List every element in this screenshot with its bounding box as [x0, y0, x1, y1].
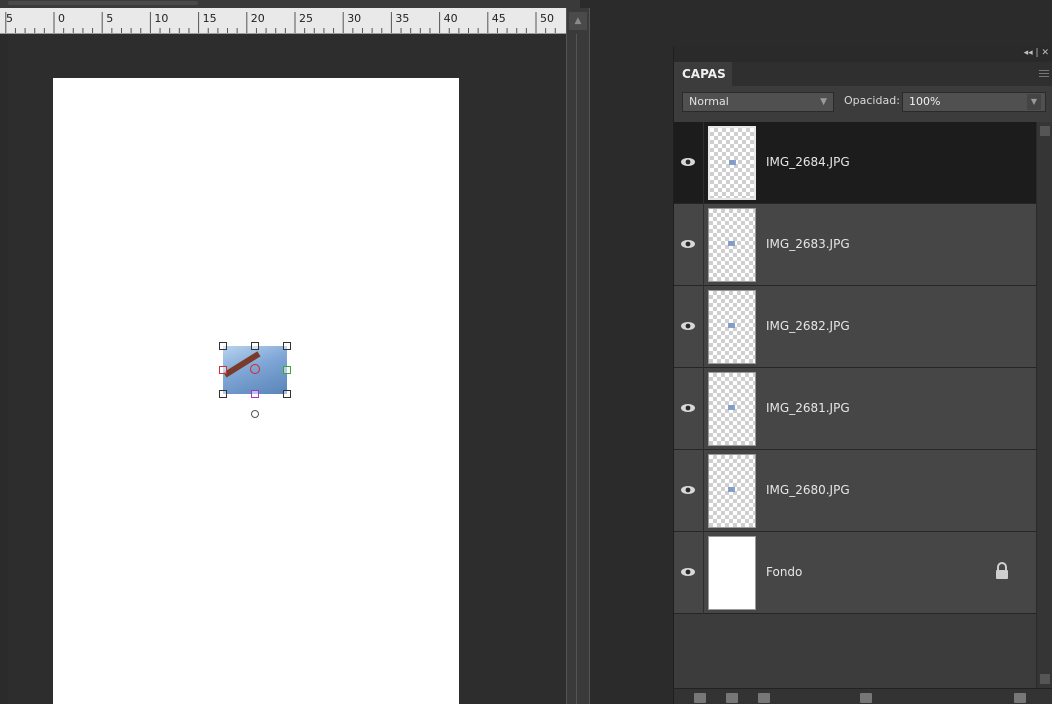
- ruler-label: 5: [106, 12, 113, 25]
- ruler-label: 0: [58, 12, 65, 25]
- chevron-down-icon[interactable]: ▼: [1027, 94, 1041, 110]
- transform-handle-top-right[interactable]: [283, 342, 291, 350]
- eye-icon: [681, 486, 695, 494]
- document-vertical-scrollbar[interactable]: ▲: [566, 8, 590, 704]
- mask-icon[interactable]: [860, 693, 872, 703]
- transform-handle-left[interactable]: [219, 366, 227, 374]
- layer-name[interactable]: IMG_2684.JPG: [766, 155, 850, 169]
- transform-handle-bottom-left[interactable]: [219, 390, 227, 398]
- opacity-label: Opacidad:: [844, 94, 900, 107]
- scroll-up-icon[interactable]: [1040, 126, 1050, 136]
- eye-icon: [681, 568, 695, 576]
- layer-name[interactable]: IMG_2683.JPG: [766, 237, 850, 251]
- lock-icon: [996, 562, 1008, 579]
- ruler-label: 30: [347, 12, 361, 25]
- layer-visibility-toggle[interactable]: [674, 368, 704, 450]
- opacity-value: 100%: [909, 95, 941, 108]
- blend-mode-value: Normal: [689, 95, 729, 108]
- transform-handle-bottom-right[interactable]: [283, 390, 291, 398]
- layer-row[interactable]: IMG_2684.JPG: [674, 122, 1036, 204]
- layers-list-scrollbar[interactable]: [1036, 122, 1052, 688]
- trash-icon[interactable]: [1014, 693, 1026, 703]
- ruler-label: 50: [540, 12, 554, 25]
- panel-menu-icon[interactable]: [1039, 70, 1049, 78]
- ruler-label: 15: [203, 12, 217, 25]
- ruler-label: 45: [492, 12, 506, 25]
- horizontal-ruler[interactable]: 5 0 5 10 15 20 25 30 35 40 45 50: [0, 8, 566, 34]
- blend-mode-select[interactable]: Normal ▼: [682, 92, 834, 112]
- layer-name[interactable]: Fondo: [766, 565, 802, 579]
- collapse-close-icon[interactable]: ◂◂ | ✕: [1024, 48, 1049, 58]
- ruler-label: 40: [444, 12, 458, 25]
- ruler-label: 10: [154, 12, 168, 25]
- tab-capas[interactable]: CAPAS: [674, 62, 732, 86]
- layer-thumbnail[interactable]: [708, 126, 756, 200]
- new-layer-icon[interactable]: [694, 693, 706, 703]
- transform-handle-right[interactable]: [283, 366, 291, 374]
- layer-row[interactable]: IMG_2681.JPG: [674, 368, 1036, 450]
- chevron-down-icon: ▼: [820, 97, 827, 107]
- layer-name[interactable]: IMG_2680.JPG: [766, 483, 850, 497]
- eye-icon: [681, 158, 695, 166]
- eye-icon: [681, 322, 695, 330]
- layers-panel: ◂◂ | ✕ CAPAS Normal ▼ Opacidad: 100% ▼ I…: [673, 46, 1052, 704]
- layer-thumbnail[interactable]: [708, 454, 756, 528]
- transform-handle-bottom[interactable]: [251, 390, 259, 398]
- layer-visibility-toggle[interactable]: [674, 450, 704, 532]
- ruler-label: 35: [395, 12, 409, 25]
- layer-visibility-toggle[interactable]: [674, 204, 704, 286]
- panel-footer: [674, 688, 1052, 704]
- scroll-up-arrow-icon[interactable]: ▲: [569, 12, 587, 30]
- photoshop-window: 5 0 5 10 15 20 25 30 35 40 45 50 ▲ ◂◂ | ✕ CAPAS: [0, 0, 1052, 704]
- rotate-handle[interactable]: [251, 410, 259, 418]
- layer-visibility-toggle[interactable]: [674, 286, 704, 368]
- layer-thumbnail[interactable]: [708, 372, 756, 446]
- layers-list: IMG_2684.JPG IMG_2683.JPG IMG_2682.JPG IMG_…: [674, 122, 1036, 688]
- selected-image-layer[interactable]: [215, 342, 295, 422]
- ruler-label: 25: [299, 12, 313, 25]
- layer-row[interactable]: IMG_2683.JPG: [674, 204, 1036, 286]
- layer-thumbnail[interactable]: [708, 208, 756, 282]
- ruler-label: 5: [6, 12, 13, 25]
- scroll-down-icon[interactable]: [1040, 674, 1050, 684]
- ruler-label: 20: [251, 12, 265, 25]
- document-title-strip: [0, 0, 580, 8]
- opacity-input[interactable]: 100% ▼: [902, 92, 1046, 112]
- link-icon[interactable]: [758, 693, 770, 703]
- adjustment-layer-icon[interactable]: [726, 693, 738, 703]
- panel-tab-bar: CAPAS: [674, 62, 1052, 86]
- layer-row[interactable]: IMG_2680.JPG: [674, 450, 1036, 532]
- transform-center-icon[interactable]: [250, 364, 260, 374]
- layer-row[interactable]: Fondo: [674, 532, 1036, 614]
- eye-icon: [681, 240, 695, 248]
- layer-thumbnail[interactable]: [708, 290, 756, 364]
- transform-handle-top[interactable]: [251, 342, 259, 350]
- layer-visibility-toggle[interactable]: [674, 122, 704, 204]
- layer-thumbnail[interactable]: [708, 536, 756, 610]
- ruler-ticks: 5 0 5 10 15 20 25 30 35 40 45 50: [5, 12, 556, 33]
- layer-controls-row: Normal ▼ Opacidad: 100% ▼: [674, 86, 1052, 120]
- layer-visibility-toggle[interactable]: [674, 532, 704, 614]
- layer-name[interactable]: IMG_2682.JPG: [766, 319, 850, 333]
- layer-name[interactable]: IMG_2681.JPG: [766, 401, 850, 415]
- transform-handle-top-left[interactable]: [219, 342, 227, 350]
- eye-icon: [681, 404, 695, 412]
- panel-header: ◂◂ | ✕: [674, 46, 1052, 62]
- layer-row[interactable]: IMG_2682.JPG: [674, 286, 1036, 368]
